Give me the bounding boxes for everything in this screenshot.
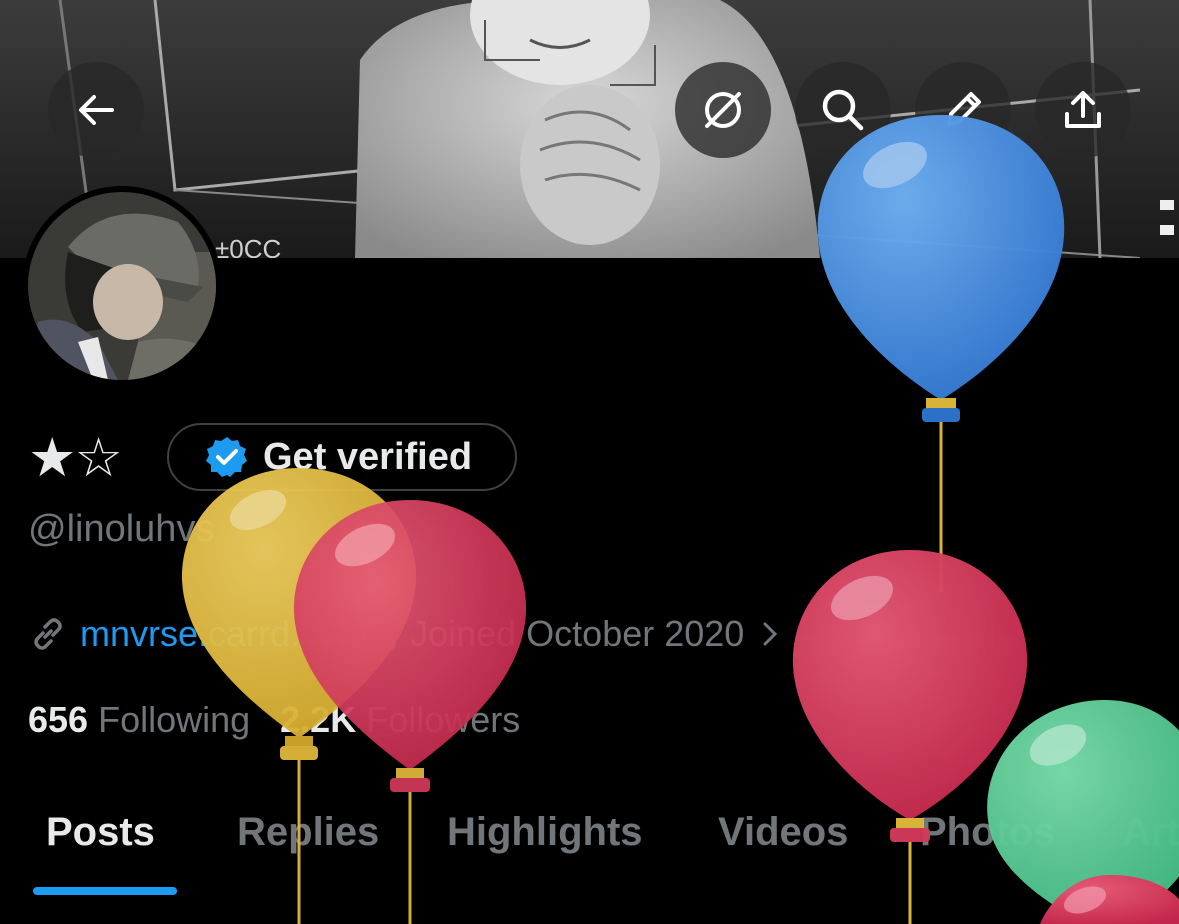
edit-icon [947,92,981,126]
balloon-red-bottom [1040,875,1179,924]
followers-count: 2.2K [280,699,357,740]
calendar-icon [362,616,396,651]
banner-caption: ±0CC [215,234,281,258]
avatar-photo [28,192,216,380]
tab-highlights[interactable]: Highlights [447,802,643,862]
following-count: 656 [28,699,89,740]
display-name: ★☆ [28,428,123,488]
share-button[interactable] [1035,62,1131,158]
following-label: Following [98,699,251,740]
back-button[interactable] [48,62,144,158]
following-link[interactable]: 656 Following [28,699,250,741]
followers-label: Followers [366,699,521,740]
balloon-red-right [792,550,1028,924]
tab-posts[interactable]: Posts [46,802,155,862]
verified-badge-icon [206,437,247,477]
profile-avatar[interactable] [22,186,222,386]
followers-link[interactable]: 2.2K Followers [280,699,520,741]
profile-meta: mnvrse.carrd.co Joined October 2020 [28,606,780,662]
joined-date: Joined October 2020 [410,613,745,654]
get-verified-button[interactable]: Get verified [167,423,517,491]
tab-videos[interactable]: Videos [718,802,848,862]
search-button[interactable] [795,62,891,158]
search-icon [822,89,864,131]
profile-link[interactable]: mnvrse.carrd.co [80,613,338,655]
get-verified-label: Get verified [263,435,473,478]
tab-photos[interactable]: Photos [920,802,1056,862]
chevron-right-icon[interactable] [760,616,780,652]
tab-replies[interactable]: Replies [237,802,379,862]
follow-stats: 656 Following 2.2K Followers [28,692,520,748]
edit-button[interactable] [915,62,1011,158]
grok-button[interactable] [675,62,771,158]
active-tab-indicator [33,887,177,895]
link-icon [34,618,62,650]
arrow-left-icon [79,95,114,125]
grok-icon [705,92,741,128]
tab-articles[interactable]: Articles [1122,802,1179,862]
share-icon [1065,91,1101,128]
user-handle: @linoluhvs [28,508,215,550]
